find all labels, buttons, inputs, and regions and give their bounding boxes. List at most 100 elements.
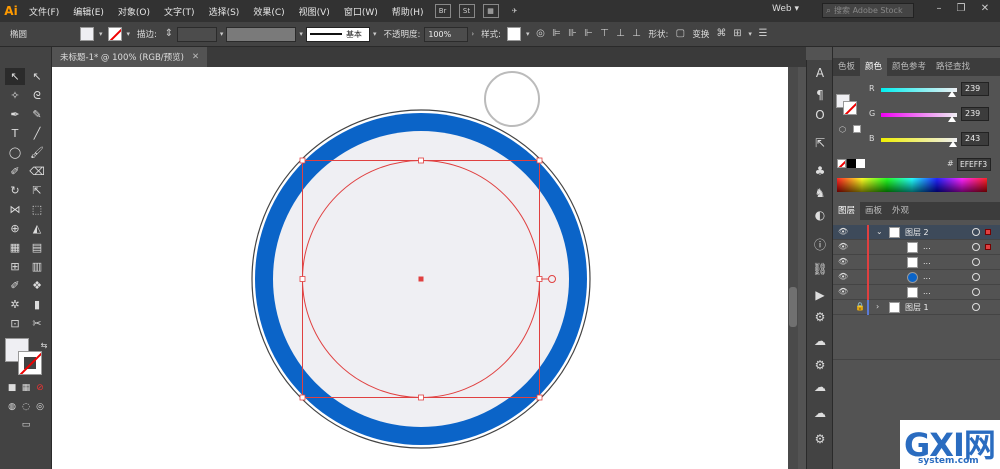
menu-effect[interactable]: 效果(C) bbox=[246, 5, 291, 18]
chevron-down-icon[interactable]: ▾ bbox=[299, 30, 303, 38]
channel-value-field[interactable]: 239 bbox=[961, 107, 989, 121]
shaper-tool-icon[interactable]: ✐ bbox=[5, 163, 25, 180]
slider-knob[interactable] bbox=[948, 116, 957, 122]
slider-b[interactable]: B 243 bbox=[833, 132, 1000, 148]
menu-object[interactable]: 对象(O) bbox=[111, 5, 157, 18]
chevron-right-icon[interactable]: › bbox=[876, 302, 879, 311]
target-circle-icon[interactable] bbox=[972, 273, 980, 281]
slider-knob[interactable] bbox=[948, 91, 957, 97]
hex-color-field[interactable]: EFEFF3 bbox=[957, 158, 991, 171]
blend-tool-icon[interactable]: ❖ bbox=[27, 277, 47, 294]
transparency-panel-icon[interactable]: ◐ bbox=[810, 206, 830, 224]
visibility-eye-icon[interactable]: 👁 bbox=[838, 227, 848, 236]
gear-icon[interactable]: ⚙ bbox=[810, 356, 830, 374]
scrollbar-thumb[interactable] bbox=[789, 287, 797, 327]
chevron-right-icon[interactable]: › bbox=[471, 30, 474, 38]
layer-name[interactable]: 图层 2 bbox=[905, 227, 929, 238]
none-mode-icon[interactable]: ⊘ bbox=[30, 380, 50, 397]
gear-icon[interactable]: ⚙ bbox=[810, 430, 830, 448]
mesh-tool-icon[interactable]: ⊞ bbox=[5, 258, 25, 275]
gpu-performance-icon[interactable]: ✈ bbox=[507, 4, 523, 18]
chevron-down-icon[interactable]: ▾ bbox=[373, 30, 377, 38]
actions-play-icon[interactable]: ▶ bbox=[810, 286, 830, 304]
free-transform-tool-icon[interactable]: ⬚ bbox=[27, 201, 47, 218]
tab-layers[interactable]: 图层 bbox=[833, 202, 861, 220]
minimize-icon[interactable]: – bbox=[930, 3, 948, 18]
chevron-down-icon[interactable]: ▾ bbox=[127, 30, 131, 38]
sublayer-row[interactable]: 👁... bbox=[833, 285, 1000, 300]
align-center-icon[interactable]: ⊪ bbox=[566, 27, 580, 41]
asset-export-icon[interactable]: ⚙ bbox=[810, 308, 830, 326]
align-middle-icon[interactable]: ⊥ bbox=[614, 27, 628, 41]
recolor-artwork-icon[interactable]: ◎ bbox=[534, 27, 548, 41]
chevron-down-icon[interactable]: ⌄ bbox=[876, 227, 883, 236]
rotate-tool-icon[interactable]: ↻ bbox=[5, 182, 25, 199]
live-paint-tool-icon[interactable]: ◭ bbox=[27, 220, 47, 237]
close-icon[interactable]: ✕ bbox=[976, 3, 994, 18]
magic-wand-tool-icon[interactable]: ✧ bbox=[5, 87, 25, 104]
lasso-tool-icon[interactable]: ᘓ bbox=[27, 87, 47, 104]
channel-value-field[interactable]: 243 bbox=[961, 132, 989, 146]
shape-builder-tool-icon[interactable]: ⊕ bbox=[5, 220, 25, 237]
scale-tool-icon[interactable]: ⇱ bbox=[27, 182, 47, 199]
workspace-switcher[interactable]: Web ▾ bbox=[772, 4, 799, 14]
target-circle-icon[interactable] bbox=[972, 258, 980, 266]
perspective-grid-tool-icon[interactable]: ▦ bbox=[5, 239, 25, 256]
opacity-field[interactable]: 100% bbox=[424, 26, 469, 42]
artwork[interactable] bbox=[52, 67, 798, 469]
gradient-mesh-icon[interactable]: ▥ bbox=[27, 258, 47, 275]
handle-bottom[interactable] bbox=[418, 394, 424, 401]
ellipse-tool-icon[interactable]: ◯ bbox=[5, 144, 25, 161]
pen-tool-icon[interactable]: ✒ bbox=[5, 106, 25, 123]
menu-help[interactable]: 帮助(H) bbox=[385, 5, 431, 18]
libraries-panel-icon[interactable]: ☁ bbox=[810, 378, 830, 396]
puppet-icon[interactable]: ♞ bbox=[810, 184, 830, 202]
eraser-tool-icon[interactable]: ⌫ bbox=[27, 163, 47, 180]
selection-tool-icon[interactable]: ↖ bbox=[5, 68, 25, 85]
arrange-documents-icon[interactable]: ▦ bbox=[482, 4, 499, 18]
brush-definition[interactable]: 基本 bbox=[305, 26, 370, 42]
target-circle-icon[interactable] bbox=[972, 303, 980, 311]
white-color-swatch[interactable] bbox=[856, 159, 865, 168]
transform-button[interactable]: 变换 bbox=[692, 28, 709, 40]
layer-name[interactable]: 图层 1 bbox=[905, 302, 929, 313]
slider-track[interactable] bbox=[881, 138, 957, 142]
panel-menu-icon[interactable]: ☰ bbox=[756, 27, 770, 41]
swap-fill-stroke-icon[interactable]: ⇆ bbox=[34, 337, 54, 354]
stroke-swatch[interactable] bbox=[18, 351, 42, 375]
libraries-panel-icon[interactable]: ☁ bbox=[810, 404, 830, 422]
menu-view[interactable]: 视图(V) bbox=[292, 5, 337, 18]
isolate-icon[interactable]: ⌘ bbox=[714, 27, 728, 41]
bridge-button[interactable]: Br bbox=[434, 4, 451, 18]
slider-track[interactable] bbox=[881, 113, 957, 117]
target-circle-icon[interactable] bbox=[972, 288, 980, 296]
menu-window[interactable]: 窗口(W) bbox=[337, 5, 385, 18]
handle-bottom-left[interactable] bbox=[299, 394, 306, 401]
gradient-tool-icon[interactable]: ▤ bbox=[27, 239, 47, 256]
channel-value-field[interactable]: 239 bbox=[961, 82, 989, 96]
document-tab[interactable]: 未标题-1* @ 100% (RGB/预览) ✕ bbox=[52, 47, 208, 67]
layer-name[interactable]: ... bbox=[923, 242, 931, 251]
menu-select[interactable]: 选择(S) bbox=[202, 5, 247, 18]
slider-track[interactable] bbox=[881, 88, 957, 92]
target-circle-icon[interactable] bbox=[972, 243, 980, 251]
direct-selection-tool-icon[interactable]: ↖ bbox=[27, 68, 47, 85]
paintbrush-tool-icon[interactable]: 🖌 bbox=[27, 144, 47, 161]
layer-row[interactable]: 👁 ⌄ 图层 2 bbox=[833, 225, 1000, 240]
menu-edit[interactable]: 编辑(E) bbox=[66, 5, 111, 18]
maximize-icon[interactable]: ❐ bbox=[952, 3, 970, 18]
visibility-eye-icon[interactable]: 👁 bbox=[838, 287, 848, 296]
menu-type[interactable]: 文字(T) bbox=[157, 5, 202, 18]
slider-g[interactable]: G 239 bbox=[833, 107, 1000, 123]
layer-row[interactable]: 🔒 › 图层 1 bbox=[833, 300, 1000, 315]
symbol-sprayer-tool-icon[interactable]: ✲ bbox=[5, 296, 25, 313]
handle-top-right[interactable] bbox=[536, 157, 543, 164]
line-tool-icon[interactable]: ╱ bbox=[27, 125, 47, 142]
sublayer-row[interactable]: 👁... bbox=[833, 270, 1000, 285]
selection-indicator[interactable] bbox=[985, 244, 991, 250]
slider-r[interactable]: R 239 bbox=[833, 82, 1000, 98]
artboard-canvas[interactable] bbox=[52, 67, 798, 469]
none-color-swatch[interactable] bbox=[837, 159, 846, 168]
chevron-down-icon[interactable]: ▾ bbox=[748, 30, 752, 38]
color-spectrum[interactable] bbox=[837, 178, 987, 192]
